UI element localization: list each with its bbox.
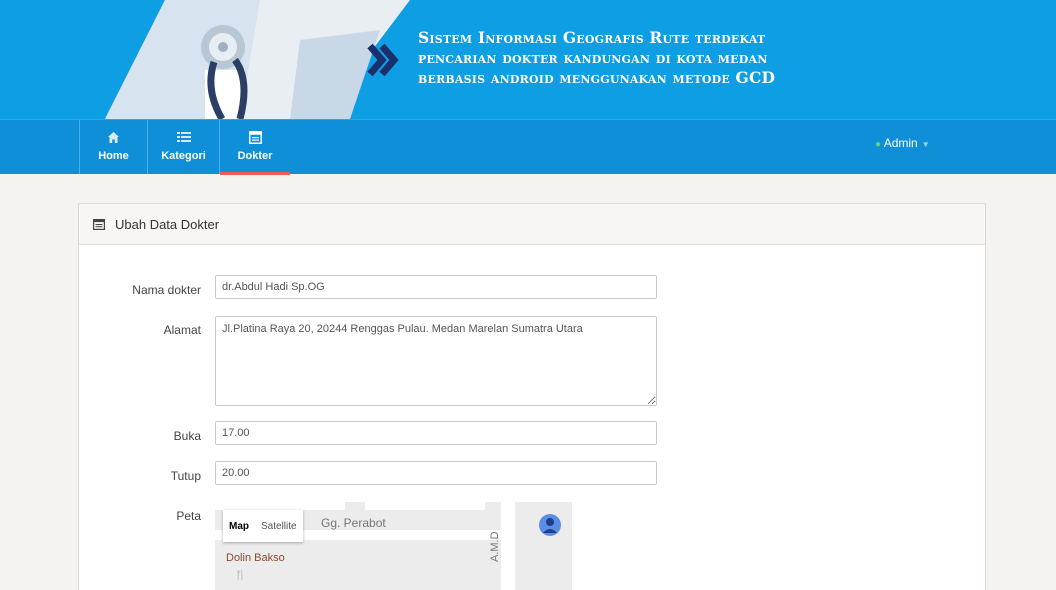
banner-doctor-image [105, 0, 410, 119]
nav-home[interactable]: Home [79, 120, 148, 174]
buka-field[interactable]: 17.00 [215, 421, 657, 445]
alamat-field[interactable]: Jl.Platina Raya 20, 20244 Renggas Pulau.… [215, 316, 657, 406]
map-road [215, 502, 345, 510]
nav-kategori-label: Kategori [161, 150, 206, 162]
map-road [501, 502, 515, 590]
map-type-control[interactable]: Map Satellite [223, 510, 303, 542]
user-menu[interactable]: ● Admin ▼ [875, 136, 930, 150]
nav-dokter-label: Dokter [237, 150, 273, 162]
nav-kategori[interactable]: Kategori [148, 120, 220, 174]
pegman-icon[interactable] [539, 514, 561, 536]
card-header: Ubah Data Dokter [79, 204, 985, 245]
edit-doctor-card: Ubah Data Dokter Nama dokter dr.Abdul Ha… [78, 203, 986, 590]
header-banner: Sistem Informasi Geografis Rute terdekat… [0, 0, 1056, 119]
restaurant-icon: 🍴 [234, 570, 247, 581]
nav-home-label: Home [98, 150, 129, 162]
map-street-label: Gg. Perabot [321, 516, 386, 530]
list-icon [148, 131, 219, 145]
map-type-map-button[interactable]: Map [223, 521, 255, 532]
user-name: Admin [883, 136, 918, 150]
site-title-line-1: Sistem Informasi Geografis Rute terdekat [418, 28, 766, 47]
nav-active-indicator [220, 172, 290, 175]
map-road [365, 502, 485, 510]
chevron-down-icon: ▼ [921, 140, 930, 149]
map-type-satellite-button[interactable]: Satellite [255, 521, 303, 532]
home-icon [80, 131, 147, 145]
map-poi-label: Dolin Bakso [226, 552, 285, 564]
map-view[interactable]: Map Satellite Gg. Perabot Dolin Bakso 🍴 … [215, 502, 572, 590]
peta-label: Peta [176, 509, 201, 523]
map-vertical-street-label: A.M.D [489, 531, 501, 562]
tutup-field[interactable]: 20.00 [215, 461, 657, 485]
main-navbar: Home Kategori Dokter ● Admin ▼ [0, 119, 1056, 175]
user-icon: ● [875, 139, 882, 150]
card-title: Ubah Data Dokter [115, 216, 220, 232]
nama-dokter-label: Nama dokter [132, 283, 201, 297]
site-title-line-2: pencarian dokter kandungan di kota medan [418, 48, 768, 67]
window-icon [93, 218, 105, 230]
window-icon [220, 131, 290, 145]
site-title-line-3: berbasis android menggunakan metode GCD [418, 68, 776, 87]
site-title: Sistem Informasi Geografis Rute terdekat… [418, 28, 978, 88]
nav-dokter[interactable]: Dokter [220, 120, 290, 175]
alamat-label: Alamat [163, 323, 201, 337]
nama-dokter-field[interactable]: dr.Abdul Hadi Sp.OG [215, 275, 657, 299]
buka-label: Buka [173, 429, 201, 443]
tutup-label: Tutup [170, 469, 201, 483]
